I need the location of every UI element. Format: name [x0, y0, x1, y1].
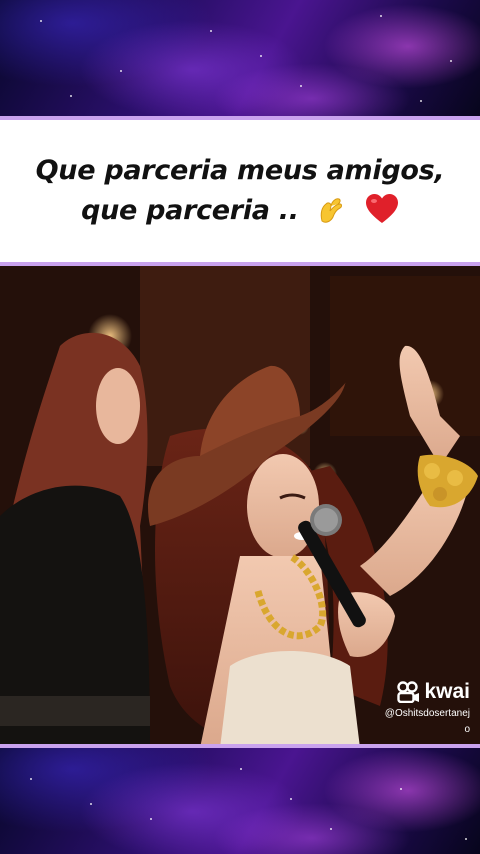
kwai-icon [397, 681, 420, 703]
galaxy-background-top [0, 0, 480, 116]
kwai-watermark: kwai @Oshitsdosertanej o [385, 680, 470, 736]
heart-icon [365, 194, 398, 223]
galaxy-background-bottom [0, 748, 480, 854]
kwai-brand-text: kwai [424, 680, 470, 703]
caption-line-1-text: Que parceria meus amigos, [35, 155, 445, 186]
kwai-handle-wrap: o [464, 724, 470, 735]
video-frame[interactable] [0, 266, 480, 748]
kwai-logo: kwai [385, 680, 470, 704]
video-scene-illustration [0, 266, 480, 748]
caption-line-2-text: que parceria .. [81, 195, 299, 226]
caption-line-1: Que parceria meus amigos, [36, 151, 445, 191]
caption-line-2: que parceria .. [81, 191, 399, 231]
kwai-handle: @Oshitsdosertanej [384, 708, 470, 719]
caption-band: Que parceria meus amigos, que parceria .… [0, 116, 480, 266]
pinching-hand-icon [320, 198, 342, 223]
